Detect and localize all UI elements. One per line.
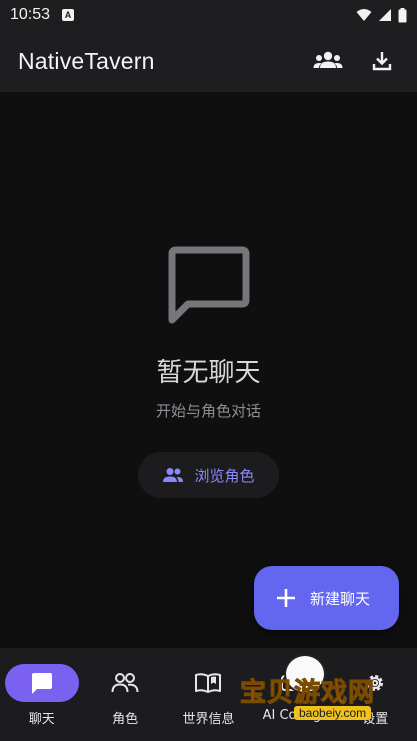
app-bar: NativeTavern (0, 30, 417, 92)
empty-title: 暂无聊天 (156, 358, 261, 388)
nav-label-characters: 角色 (112, 712, 139, 727)
browse-characters-label: 浏览角色 (194, 466, 255, 485)
gear-icon (338, 664, 412, 702)
plus-icon (277, 589, 295, 607)
status-icons (356, 7, 407, 23)
group-icon[interactable] (311, 44, 345, 78)
nav-item-characters[interactable]: 角色 (83, 648, 166, 741)
battery-icon (398, 7, 407, 22)
ai-config-icon (255, 664, 329, 702)
notification-icon: A (62, 9, 75, 21)
chat-bubble-icon (168, 246, 250, 324)
app-title: NativeTavern (18, 47, 155, 74)
wifi-icon (356, 9, 372, 21)
nav-item-settings[interactable]: 设置 (334, 648, 417, 741)
app-bar-actions (311, 44, 399, 78)
new-chat-button[interactable]: 新建聊天 (254, 566, 399, 630)
nav-item-world-info[interactable]: 世界信息 (167, 648, 250, 741)
nav-label-chat: 聊天 (28, 712, 55, 727)
bottom-nav: 聊天 角色 世界信息 AI Config 设置 (0, 648, 417, 741)
nav-item-chat[interactable]: 聊天 (0, 648, 83, 741)
signal-icon (379, 9, 391, 21)
chat-icon (4, 664, 79, 702)
book-icon (171, 664, 245, 702)
nav-label-ai-config: AI Config (262, 708, 322, 723)
empty-subtitle: 开始与角色对话 (155, 402, 261, 420)
nav-label-world-info: 世界信息 (182, 712, 235, 727)
new-chat-label: 新建聊天 (310, 589, 371, 608)
people-icon (163, 468, 184, 482)
people-icon (88, 664, 162, 702)
status-bar: 10:53 A (0, 0, 417, 30)
empty-chat-state: 暂无聊天 开始与角色对话 浏览角色 (0, 92, 417, 648)
nav-label-settings: 设置 (362, 712, 389, 727)
browse-characters-button[interactable]: 浏览角色 (138, 452, 279, 498)
status-time: 10:53 (10, 6, 51, 23)
nav-item-ai-config[interactable]: AI Config (250, 648, 333, 741)
download-icon[interactable] (365, 44, 399, 78)
